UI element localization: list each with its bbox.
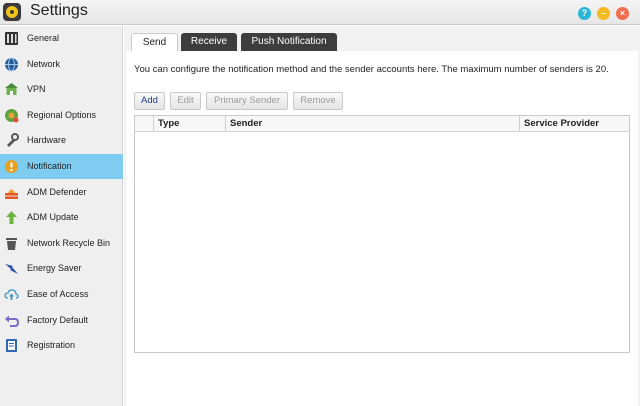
- sidebar-item-network-recycle-bin[interactable]: Network Recycle Bin: [0, 231, 123, 256]
- tab-send[interactable]: Send: [131, 33, 178, 52]
- close-button[interactable]: ×: [616, 7, 629, 20]
- sidebar-item-adm-update[interactable]: ADM Update: [0, 205, 123, 230]
- sidebar-item-network[interactable]: Network: [0, 52, 123, 77]
- sidebar-item-factory-default[interactable]: Factory Default: [0, 308, 123, 333]
- sidebar: General Network VPN Regional Options Har…: [0, 26, 123, 406]
- sidebar-item-label: General: [27, 33, 60, 43]
- column-header-sender[interactable]: Sender: [226, 116, 520, 131]
- sidebar-item-registration[interactable]: Registration: [0, 333, 123, 358]
- tab-receive[interactable]: Receive: [181, 33, 237, 51]
- sidebar-item-hardware[interactable]: Hardware: [0, 128, 123, 153]
- cloud-upload-icon: [4, 289, 19, 300]
- edit-button[interactable]: Edit: [170, 92, 201, 110]
- add-button[interactable]: Add: [134, 92, 165, 110]
- sidebar-item-vpn[interactable]: VPN: [0, 77, 123, 102]
- senders-table: Type Sender Service Provider: [134, 115, 630, 353]
- settings-gear-icon: [3, 3, 21, 21]
- primary-sender-button[interactable]: Primary Sender: [206, 92, 288, 110]
- main-panel: Send Receive Push Notification You can c…: [124, 26, 640, 406]
- sidebar-item-notification[interactable]: Notification: [0, 154, 123, 179]
- registration-icon: [6, 339, 17, 353]
- tab-push-notification[interactable]: Push Notification: [241, 33, 337, 51]
- sidebar-item-adm-defender[interactable]: ADM Defender: [0, 180, 123, 205]
- sidebar-item-label: Network Recycle Bin: [27, 237, 111, 248]
- sidebar-item-label: Regional Options: [27, 109, 97, 120]
- sidebar-item-label: VPN: [27, 84, 46, 95]
- sidebar-item-label: ADM Defender: [27, 186, 87, 197]
- sidebar-item-label: Ease of Access: [27, 289, 89, 299]
- sidebar-item-energy-saver[interactable]: Energy Saver: [0, 256, 123, 281]
- help-button[interactable]: ?: [578, 7, 591, 20]
- remove-button[interactable]: Remove: [293, 92, 343, 110]
- general-icon: [5, 32, 18, 45]
- update-arrow-icon: [6, 211, 17, 225]
- regional-options-icon: [5, 108, 19, 123]
- sidebar-item-ease-of-access[interactable]: Ease of Access: [0, 282, 123, 307]
- column-header-select[interactable]: [135, 116, 154, 131]
- column-header-service-provider[interactable]: Service Provider: [520, 116, 629, 131]
- notification-icon: [5, 160, 18, 173]
- sidebar-item-regional-options[interactable]: Regional Options: [0, 103, 123, 128]
- sidebar-item-label: Registration: [27, 340, 76, 351]
- sidebar-item-label: Network: [27, 58, 61, 69]
- undo-icon: [5, 315, 19, 327]
- sidebar-item-label: Factory Default: [27, 314, 89, 325]
- description-text: You can configure the notification metho…: [134, 64, 609, 75]
- table-header: Type Sender Service Provider: [135, 116, 629, 132]
- defender-icon: [5, 189, 18, 199]
- sidebar-item-label: Energy Saver: [27, 263, 82, 274]
- energy-saver-icon: [5, 264, 18, 275]
- minimize-button[interactable]: –: [597, 7, 610, 20]
- title-bar: Settings ? – ×: [0, 0, 640, 25]
- sidebar-item-label: Notification: [27, 161, 72, 171]
- sidebar-item-label: ADM Update: [27, 212, 79, 223]
- sidebar-item-general[interactable]: General: [0, 26, 123, 51]
- sidebar-item-label: Hardware: [27, 135, 67, 146]
- vpn-icon: [5, 83, 18, 96]
- send-tab-content: You can configure the notification metho…: [126, 51, 638, 406]
- globe-icon: [5, 57, 18, 72]
- hardware-icon: [7, 133, 19, 148]
- column-header-type[interactable]: Type: [154, 116, 226, 131]
- window-title: Settings: [30, 2, 88, 19]
- recycle-bin-icon: [6, 237, 17, 250]
